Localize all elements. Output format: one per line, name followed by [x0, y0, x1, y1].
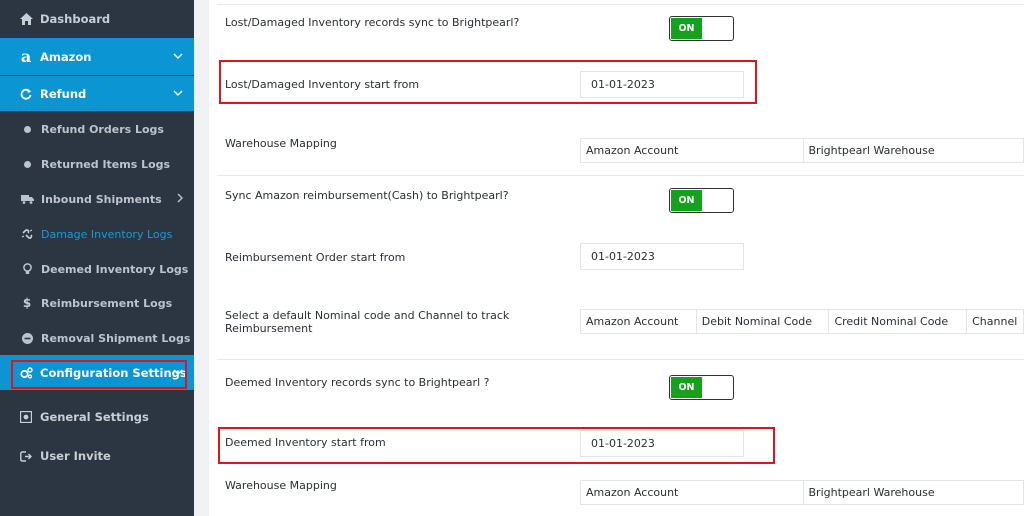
sidebar-item-label: Returned Items Logs: [41, 157, 171, 171]
sidebar-item-label: Inbound Shipments: [41, 192, 162, 206]
highlight-box-lost-damaged-start: [219, 60, 757, 104]
column-header-amazon-account: Amazon Account: [581, 139, 804, 162]
highlight-box-configuration-settings: [11, 360, 187, 389]
divider: [217, 175, 1024, 176]
user-invite-icon: [19, 449, 33, 463]
warehouse-mapping-label: Warehouse Mapping: [225, 137, 337, 150]
sidebar-item-label: Removal Shipment Logs: [41, 331, 191, 345]
column-header-amazon-account: Amazon Account: [581, 310, 697, 333]
sidebar-item-label: User Invite: [40, 449, 111, 463]
column-header-channel: Channel: [967, 310, 1024, 333]
deemed-sync-label: Deemed Inventory records sync to Brightp…: [225, 376, 490, 389]
chevron-right-icon: [177, 193, 183, 206]
highlight-box-deemed-start: [218, 427, 775, 464]
sidebar-item-removal-shipment-logs[interactable]: Removal Shipment Logs: [0, 327, 194, 349]
sidebar-item-refund[interactable]: Refund: [0, 76, 194, 111]
sidebar-item-label: General Settings: [40, 410, 149, 424]
sidebar-item-label: Amazon: [40, 49, 92, 64]
dot-icon: [20, 122, 34, 136]
warehouse-mapping-label: Warehouse Mapping: [225, 479, 337, 492]
bulb-icon: [20, 262, 34, 276]
column-header-debit-nominal-code: Debit Nominal Code: [697, 310, 830, 333]
sidebar-item-label: Refund Orders Logs: [41, 122, 164, 136]
settings-box-icon: [19, 410, 33, 424]
truck-icon: [20, 192, 34, 206]
dollar-icon: $: [22, 296, 32, 310]
sidebar-item-damage-inventory-logs[interactable]: Damage Inventory Logs: [0, 223, 194, 245]
nominal-code-table-header: Amazon Account Debit Nominal Code Credit…: [580, 309, 1024, 334]
chevron-down-icon: [173, 88, 183, 99]
dot-icon: [20, 157, 34, 171]
home-icon: [19, 12, 33, 26]
reimbursement-sync-toggle[interactable]: ON: [669, 188, 734, 213]
sidebar-item-refund-orders-logs[interactable]: Refund Orders Logs: [0, 118, 194, 140]
deemed-sync-toggle[interactable]: ON: [669, 375, 734, 400]
main-content: Lost/Damaged Inventory records sync to B…: [209, 0, 1024, 516]
reimbursement-start-label: Reimbursement Order start from: [225, 251, 406, 264]
column-header-brightpearl-warehouse: Brightpearl Warehouse: [804, 481, 1024, 504]
sidebar-item-label: Damage Inventory Logs: [41, 227, 173, 241]
toggle-on-label: ON: [671, 18, 702, 39]
sidebar-item-amazon[interactable]: a Amazon: [0, 38, 194, 75]
divider: [217, 4, 1024, 5]
sidebar: Dashboard a Amazon Refund Refund Orders …: [0, 0, 194, 516]
warehouse-mapping-table-header: Amazon Account Brightpearl Warehouse: [580, 480, 1024, 505]
lost-damaged-sync-label: Lost/Damaged Inventory records sync to B…: [225, 16, 520, 29]
sidebar-item-user-invite[interactable]: User Invite: [0, 445, 194, 467]
sidebar-item-inbound-shipments[interactable]: Inbound Shipments: [0, 188, 194, 210]
sidebar-item-label: Refund: [40, 86, 87, 101]
sidebar-item-returned-items-logs[interactable]: Returned Items Logs: [0, 153, 194, 175]
lost-damaged-sync-toggle[interactable]: ON: [669, 16, 734, 41]
toggle-on-label: ON: [671, 377, 702, 398]
minus-circle-icon: [20, 331, 34, 345]
column-header-brightpearl-warehouse: Brightpearl Warehouse: [804, 139, 1024, 162]
sidebar-item-label: Dashboard: [40, 12, 111, 26]
sidebar-item-general-settings[interactable]: General Settings: [0, 406, 194, 428]
refresh-icon: [19, 87, 33, 101]
broken-link-icon: [20, 227, 34, 241]
sidebar-item-deemed-inventory-logs[interactable]: Deemed Inventory Logs: [0, 258, 194, 280]
gutter: [194, 0, 209, 516]
divider: [217, 359, 1024, 360]
reimbursement-sync-label: Sync Amazon reimbursement(Cash) to Brigh…: [225, 189, 509, 202]
sidebar-item-label: Reimbursement Logs: [41, 296, 173, 310]
sidebar-item-label: Deemed Inventory Logs: [41, 262, 189, 276]
reimbursement-start-date-input[interactable]: 01-01-2023: [580, 243, 744, 270]
sidebar-item-dashboard[interactable]: Dashboard: [0, 8, 194, 30]
toggle-on-label: ON: [671, 190, 702, 211]
column-header-amazon-account: Amazon Account: [581, 481, 804, 504]
chevron-down-icon: [173, 51, 183, 62]
amazon-icon: a: [20, 47, 32, 66]
warehouse-mapping-table-header: Amazon Account Brightpearl Warehouse: [580, 138, 1024, 163]
column-header-credit-nominal-code: Credit Nominal Code: [829, 310, 968, 333]
nominal-code-label: Select a default Nominal code and Channe…: [225, 309, 510, 335]
sidebar-item-reimbursement-logs[interactable]: $ Reimbursement Logs: [0, 292, 194, 314]
